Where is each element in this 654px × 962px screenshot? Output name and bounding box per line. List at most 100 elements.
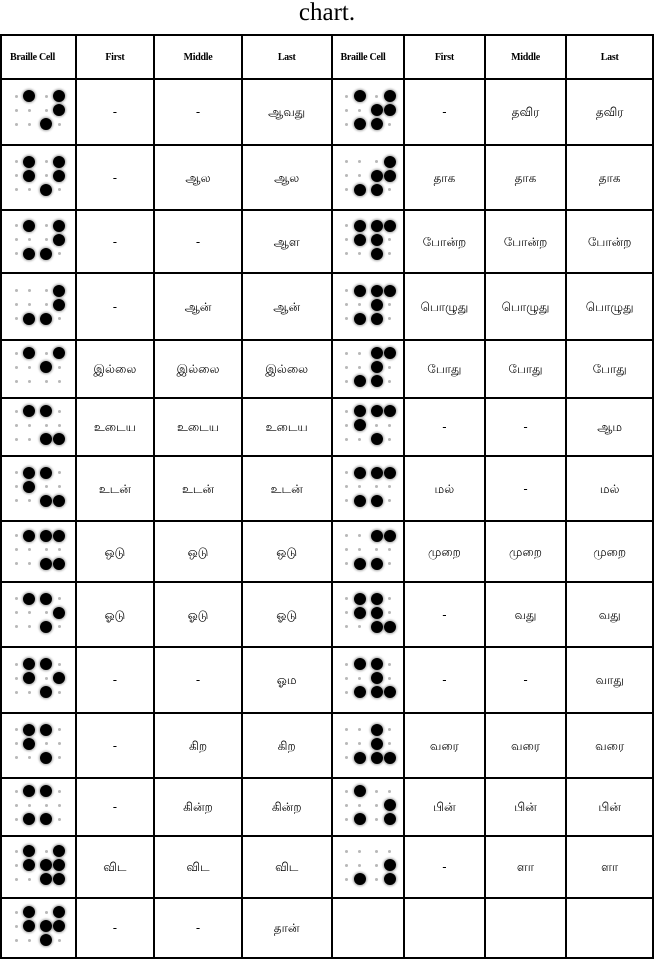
braille-dot-raised <box>370 247 383 260</box>
braille-cell-right <box>330 777 406 837</box>
braille-dot-flat <box>27 803 31 807</box>
braille-dot-raised <box>53 433 65 445</box>
braille-dot-flat <box>57 423 61 427</box>
braille-figure <box>341 219 401 270</box>
braille-figure <box>341 592 401 643</box>
braille-dot-flat <box>27 365 31 369</box>
braille-dot-flat <box>57 625 61 628</box>
braille-dot-flat <box>14 742 18 745</box>
first-form-right: - <box>403 581 486 648</box>
braille-dot-flat <box>27 437 31 441</box>
braille-dot-raised <box>53 529 65 542</box>
first-form-left: இல்லை <box>74 339 156 399</box>
braille-dot-raised <box>353 233 366 246</box>
braille-dot-flat <box>14 562 18 565</box>
table-row: உடன் உடன் உடன் மல் - மல் <box>0 455 654 522</box>
braille-dot-flat <box>358 303 362 306</box>
braille-dot-raised <box>53 298 65 311</box>
braille-dot-raised <box>353 785 366 797</box>
first-form-right: போது <box>403 339 486 399</box>
braille-cell-left <box>0 581 77 648</box>
braille-dot-flat <box>358 863 362 867</box>
braille-dot-flat <box>345 160 349 163</box>
braille-dot-flat <box>27 499 31 502</box>
braille-dot-flat <box>345 662 349 666</box>
braille-dot-flat <box>375 849 379 853</box>
last-form-left: ஓடு <box>240 581 333 648</box>
braille-dot-flat <box>345 863 349 867</box>
braille-dot-flat <box>14 803 18 807</box>
braille-dot-flat <box>57 379 61 383</box>
braille-dot-flat <box>345 789 349 793</box>
braille-dot-flat <box>345 756 349 759</box>
braille-dot-raised <box>383 90 396 102</box>
braille-cell-right <box>330 581 406 648</box>
braille-dot-flat <box>14 611 18 614</box>
table-row: ஒடு ஒடு ஒடு முறை முறை முறை <box>0 520 654 583</box>
braille-dot-flat <box>57 409 61 413</box>
braille-dot-flat <box>14 174 18 177</box>
braille-dot-flat <box>57 485 61 488</box>
braille-dot-flat <box>345 471 349 474</box>
braille-dot-flat <box>388 562 392 565</box>
braille-figure <box>10 155 70 206</box>
last-form-right: வரை <box>565 712 654 779</box>
braille-dot-flat <box>388 238 392 241</box>
braille-dot-raised <box>23 813 35 825</box>
braille-dot-raised <box>53 606 65 619</box>
last-form-right: தாக <box>565 144 654 211</box>
braille-dot-raised <box>353 118 366 130</box>
braille-dot-raised <box>40 494 52 507</box>
braille-dot-raised <box>370 751 383 764</box>
braille-dot-flat <box>44 611 48 614</box>
braille-dot-flat <box>358 676 362 680</box>
braille-dot-raised <box>23 312 35 325</box>
braille-figure <box>10 90 70 140</box>
first-form-left: - <box>74 272 156 341</box>
braille-dot-raised <box>40 934 52 946</box>
braille-dot-flat <box>375 160 379 163</box>
braille-dot-flat <box>388 662 392 666</box>
braille-dot-raised <box>53 155 65 168</box>
first-form-right: - <box>403 646 486 714</box>
braille-dot-raised <box>353 606 366 619</box>
middle-form-left: ஓடு <box>153 581 243 648</box>
last-form-right: போன்ற <box>565 209 654 274</box>
braille-dot-raised <box>383 169 396 182</box>
braille-dot-flat <box>27 938 31 942</box>
braille-dot-raised <box>40 859 52 871</box>
last-form-right: ஆம <box>565 397 654 457</box>
braille-dot-flat <box>388 423 392 427</box>
first-form-left: - <box>74 897 156 959</box>
middle-form-left: ஆல <box>153 144 243 211</box>
braille-dot-flat <box>14 379 18 383</box>
braille-dot-raised <box>353 592 366 605</box>
braille-dot-flat <box>14 924 18 928</box>
braille-figure <box>10 347 70 397</box>
braille-dot-raised <box>23 592 35 605</box>
first-form-right: தாக <box>403 144 486 211</box>
last-form-left: ஆன் <box>240 272 333 341</box>
braille-dot-flat <box>44 238 48 241</box>
braille-dot-flat <box>14 728 18 731</box>
braille-figure <box>341 529 401 580</box>
braille-cell-right <box>330 144 406 211</box>
braille-dot-raised <box>23 90 35 102</box>
middle-form-left: ஒடு <box>153 520 243 583</box>
braille-dot-raised <box>370 219 383 232</box>
braille-dot-raised <box>353 813 366 825</box>
braille-cell-right <box>330 520 406 583</box>
first-form-right <box>403 897 486 959</box>
last-form-left: ஆல <box>240 144 333 211</box>
braille-dot-flat <box>44 303 48 306</box>
braille-dot-raised <box>23 658 35 670</box>
braille-dot-raised <box>353 312 366 325</box>
table-header-row: Braille Cell First Middle Last Braille C… <box>0 34 654 80</box>
braille-dot-flat <box>14 289 18 292</box>
braille-dot-flat <box>14 437 18 441</box>
middle-form-right: வரை <box>483 712 568 779</box>
braille-dot-flat <box>44 676 48 680</box>
braille-dot-flat <box>345 174 349 177</box>
braille-dot-flat <box>44 803 48 807</box>
braille-dot-flat <box>27 108 31 112</box>
